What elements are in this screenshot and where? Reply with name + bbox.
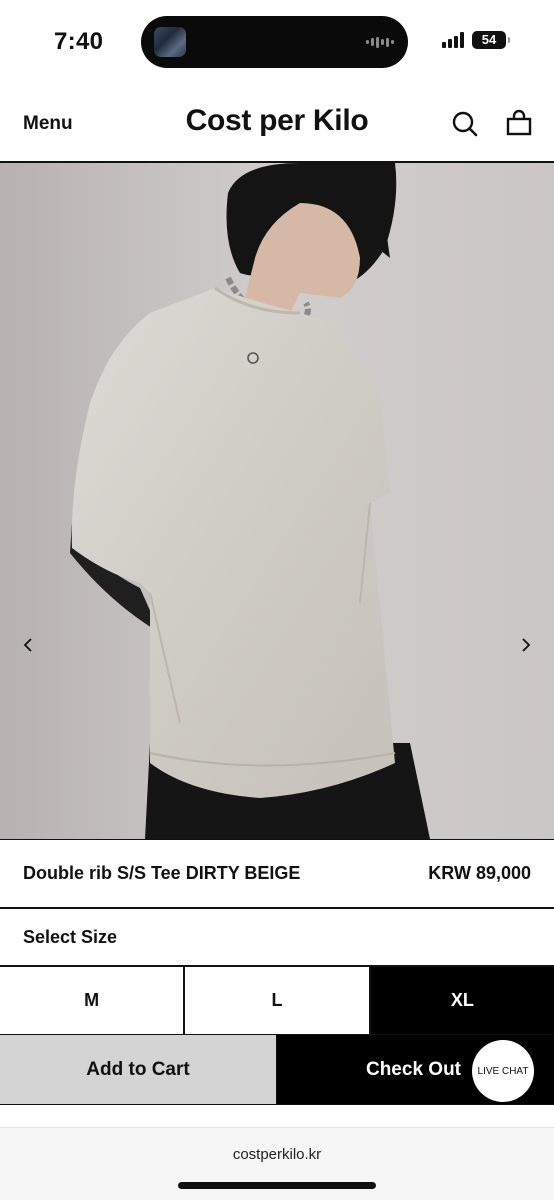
select-size-label: Select Size: [23, 927, 118, 947]
shopping-bag-icon[interactable]: [506, 109, 532, 137]
size-option-l[interactable]: L: [185, 967, 371, 1034]
size-option-xl[interactable]: XL: [370, 967, 554, 1034]
status-indicators: 54: [442, 31, 510, 49]
site-header: Menu Cost per Kilo: [0, 82, 554, 163]
product-page: 7:40 54 Menu Cost per Kilo Double rib S/…: [0, 0, 554, 1200]
browser-address-bar[interactable]: costperkilo.kr: [0, 1127, 554, 1200]
battery-icon: 54: [472, 31, 510, 49]
url-text[interactable]: costperkilo.kr: [0, 1146, 554, 1163]
home-indicator[interactable]: [178, 1182, 376, 1189]
status-bar: 7:40 54: [0, 0, 554, 82]
size-selector-header: Select Size: [0, 909, 554, 967]
live-chat-button[interactable]: LIVE CHAT: [472, 1040, 534, 1102]
size-options: M L XL: [0, 967, 554, 1035]
audio-wave-icon: [366, 36, 394, 48]
dynamic-island: [141, 16, 408, 68]
chevron-left-icon: [23, 638, 32, 652]
product-price: KRW 89,000: [428, 863, 531, 883]
size-option-m[interactable]: M: [0, 967, 186, 1034]
product-image[interactable]: [0, 163, 554, 839]
product-photo: [0, 163, 554, 839]
chevron-right-icon: [522, 638, 531, 652]
menu-button[interactable]: Menu: [23, 113, 73, 135]
product-name: Double rib S/S Tee DIRTY BEIGE: [23, 863, 301, 883]
next-image-button[interactable]: [516, 635, 536, 655]
status-time: 7:40: [54, 28, 104, 55]
signal-icon: [442, 32, 464, 48]
now-playing-thumbnail: [154, 27, 186, 57]
search-icon[interactable]: [452, 110, 478, 138]
add-to-cart-button[interactable]: Add to Cart: [0, 1035, 277, 1104]
product-info: Double rib S/S Tee DIRTY BEIGE KRW 89,00…: [0, 839, 554, 909]
purchase-actions: Add to Cart Check Out: [0, 1035, 554, 1105]
previous-image-button[interactable]: [18, 635, 38, 655]
